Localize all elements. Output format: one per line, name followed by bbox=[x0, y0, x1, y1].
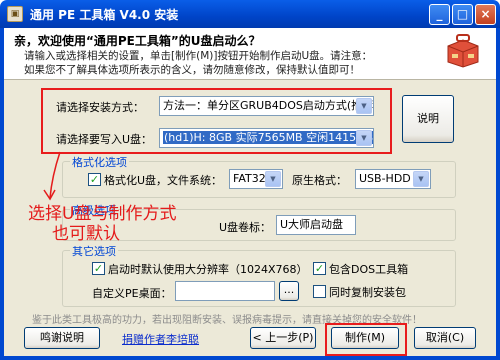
volume-label-input[interactable]: U大师启动盘 bbox=[276, 215, 356, 235]
explain-button[interactable]: 说明 bbox=[402, 95, 454, 143]
install-method-label: 请选择安装方式： bbox=[56, 101, 144, 114]
instruction-line-2: 如果您不了解具体选项所表示的含义，请勿随意修改，保持默认值即可！ bbox=[24, 64, 360, 76]
minimize-button[interactable]: _ bbox=[429, 4, 450, 25]
chevron-down-icon[interactable]: ▼ bbox=[356, 130, 372, 146]
copy-package-label: 同时复制安装包 bbox=[329, 286, 406, 299]
title-bar[interactable]: ▣ 通用 PE 工具箱 V4.0 安装 _ □ × bbox=[0, 0, 500, 28]
volume-label-label: U盘卷标： bbox=[219, 221, 272, 234]
close-button[interactable]: × bbox=[475, 4, 496, 25]
target-disk-select[interactable]: (hd1)H: 8GB 实际7565MB 空闲1415MB ▼ bbox=[159, 128, 374, 148]
format-checkbox[interactable]: ✓ bbox=[88, 173, 101, 186]
target-disk-label: 请选择要写入U盘： bbox=[56, 133, 153, 146]
format-options-title: 格式化选项 bbox=[70, 154, 129, 170]
install-method-value: 方法一：单分区GRUB4DOS启动方式(推荐) bbox=[163, 99, 374, 112]
custom-desktop-input[interactable] bbox=[175, 281, 275, 301]
donate-link[interactable]: 捐赠作者李培聪 bbox=[122, 331, 199, 347]
cancel-button[interactable]: 取消(C) bbox=[414, 327, 476, 349]
chevron-down-icon[interactable]: ▼ bbox=[413, 171, 429, 187]
install-method-select[interactable]: 方法一：单分区GRUB4DOS启动方式(推荐) ▼ bbox=[159, 96, 374, 116]
hires-checkbox-label: 启动时默认使用大分辨率（1024X768） bbox=[108, 263, 308, 276]
browse-button[interactable]: ... bbox=[279, 281, 299, 301]
format-checkbox-label: 格式化U盘，文件系统： bbox=[104, 174, 223, 187]
dos-toolbox-label: 包含DOS工具箱 bbox=[329, 263, 409, 276]
native-format-label: 原生格式： bbox=[292, 174, 347, 187]
filesystem-select[interactable]: FAT32 ▼ bbox=[229, 169, 283, 189]
chevron-down-icon[interactable]: ▼ bbox=[265, 171, 281, 187]
annotation-line-1: 选择U盘与制作方式 bbox=[28, 204, 177, 224]
filesystem-value: FAT32 bbox=[233, 172, 266, 185]
window-title: 通用 PE 工具箱 V4.0 安装 bbox=[30, 8, 179, 22]
previous-button[interactable]: < 上一步(P) bbox=[250, 327, 316, 349]
other-options-title: 其它选项 bbox=[70, 243, 118, 259]
header-panel: 亲，欢迎使用“通用PE工具箱”的U盘启动么？ 请输入或选择相关的设置，单击[制作… bbox=[4, 28, 496, 80]
native-format-value: USB-HDD bbox=[359, 172, 411, 185]
custom-desktop-label: 自定义PE桌面： bbox=[92, 287, 172, 300]
make-button[interactable]: 制作(M) bbox=[331, 327, 399, 349]
annotation-line-2: 也可默认 bbox=[52, 224, 120, 244]
copy-package-checkbox[interactable] bbox=[313, 285, 326, 298]
target-disk-value: (hd1)H: 8GB 实际7565MB 空闲1415MB bbox=[163, 131, 374, 144]
app-icon: ▣ bbox=[7, 6, 23, 22]
toolbox-logo-icon bbox=[447, 34, 479, 68]
native-format-select[interactable]: USB-HDD ▼ bbox=[355, 169, 431, 189]
annotation-arrow-icon bbox=[43, 151, 61, 201]
welcome-title: 亲，欢迎使用“通用PE工具箱”的U盘启动么？ bbox=[14, 34, 261, 48]
thanks-button[interactable]: 鸣谢说明 bbox=[24, 327, 100, 349]
hires-checkbox[interactable]: ✓ bbox=[92, 262, 105, 275]
chevron-down-icon[interactable]: ▼ bbox=[356, 98, 372, 114]
maximize-button[interactable]: □ bbox=[452, 4, 473, 25]
dos-toolbox-checkbox[interactable]: ✓ bbox=[313, 262, 326, 275]
instruction-line-1: 请输入或选择相关的设置，单击[制作(M)]按钮开始制作启动U盘。请注意： bbox=[24, 50, 373, 62]
